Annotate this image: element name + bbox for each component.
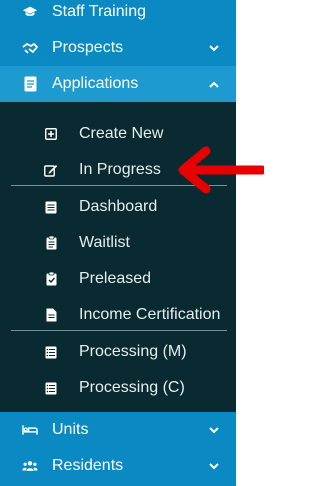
submenu-item-dashboard[interactable]: Dashboard: [0, 189, 236, 225]
graduation-cap-icon: [22, 4, 38, 20]
sidebar: Staff Training Prospects Applications Cr…: [0, 0, 236, 486]
file-alt-icon: [44, 308, 58, 322]
submenu-item-label: Dashboard: [79, 198, 158, 215]
sidebar-item-label: Prospects: [52, 39, 124, 56]
bed-icon: [22, 422, 38, 438]
list-alt-icon: [44, 200, 58, 214]
edit-icon: [44, 163, 58, 177]
submenu-item-processing-m[interactable]: Processing (M): [0, 334, 236, 370]
users-icon: [22, 458, 38, 474]
chevron-down-icon[interactable]: [208, 424, 220, 436]
sidebar-item-label: Staff Training: [52, 3, 146, 20]
submenu-item-processing-c[interactable]: Processing (C): [0, 370, 236, 406]
submenu-item-label: Income Certification: [79, 306, 221, 323]
list-icon: [44, 345, 58, 359]
clipboard-check-icon: [44, 272, 58, 286]
handshake-icon: [22, 40, 38, 56]
submenu-item-waitlist[interactable]: Waitlist: [0, 225, 236, 261]
submenu-divider: [11, 330, 227, 331]
list-ol-icon: [44, 381, 58, 395]
chevron-down-icon[interactable]: [208, 42, 220, 54]
submenu-item-label: Preleased: [79, 270, 152, 287]
clipboard-icon: [44, 236, 58, 250]
plus-square-icon: [44, 127, 58, 141]
annotation-arrow-icon: [178, 146, 264, 194]
sidebar-item-units[interactable]: Units: [0, 412, 236, 448]
sidebar-item-label: Residents: [52, 457, 124, 474]
submenu-item-label: Processing (M): [79, 343, 187, 360]
chevron-up-icon[interactable]: [208, 78, 220, 90]
submenu-item-income-certification[interactable]: Income Certification: [0, 297, 236, 333]
sidebar-item-residents[interactable]: Residents: [0, 448, 236, 484]
submenu-item-label: Waitlist: [79, 234, 130, 251]
sidebar-item-prospects[interactable]: Prospects: [0, 30, 236, 66]
sidebar-item-applications[interactable]: Applications: [0, 66, 236, 102]
sidebar-item-label: Applications: [52, 75, 139, 92]
sidebar-item-staff-training[interactable]: Staff Training: [0, 0, 236, 30]
submenu-item-label: Create New: [79, 125, 164, 142]
chevron-down-icon[interactable]: [208, 460, 220, 472]
submenu-item-label: In Progress: [79, 161, 161, 178]
submenu-item-preleased[interactable]: Preleased: [0, 261, 236, 297]
submenu-item-label: Processing (C): [79, 379, 185, 396]
sidebar-item-label: Units: [52, 421, 89, 438]
file-icon: [22, 76, 38, 92]
